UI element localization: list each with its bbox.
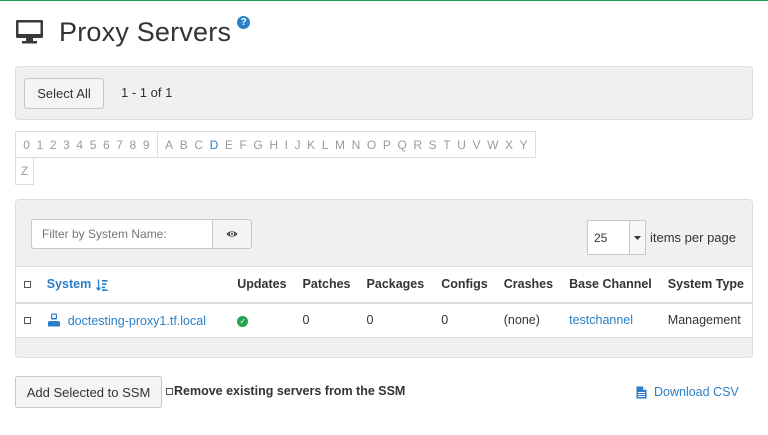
digit-group: 0123456789 <box>16 132 157 157</box>
selection-toolbar: Select All 1 - 1 of 1 <box>15 66 753 120</box>
page-header: Proxy Servers ? <box>16 14 251 50</box>
alpha-letter-c: C <box>194 137 203 152</box>
filter-group <box>31 219 252 249</box>
column-header-crashes: Crashes <box>495 266 562 304</box>
base-channel-link[interactable]: testchannel <box>569 313 633 327</box>
download-csv-link[interactable]: Download CSV <box>636 385 739 399</box>
top-accent-line <box>0 0 768 1</box>
letter-group: ABCDEFGHIJKLMNOPQRSTUVWXY <box>156 132 535 157</box>
alpha-letter-h: H <box>269 137 279 152</box>
alpha-letter-t: T <box>443 137 451 152</box>
alpha-letter-k: K <box>307 137 316 152</box>
select-all-rows-checkbox[interactable] <box>24 281 31 289</box>
csv-file-icon <box>636 386 647 398</box>
monitor-icon <box>16 20 43 44</box>
cell-crashes: (none) <box>495 302 562 338</box>
row-select-checkbox[interactable] <box>24 317 31 325</box>
alpha-letter-b: B <box>179 137 188 152</box>
alpha-letter-v: V <box>472 137 481 152</box>
alpha-letter-e: E <box>224 137 233 152</box>
alpha-letter-a: A <box>165 137 174 152</box>
alpha-digit-9: 9 <box>142 137 150 152</box>
select-all-button[interactable]: Select All <box>24 78 104 109</box>
alpha-letter-o: O <box>366 137 377 152</box>
systems-panel: 25 items per page System Updates Patches… <box>15 199 753 358</box>
page-title: Proxy Servers <box>59 16 232 47</box>
cell-configs: 0 <box>433 302 496 338</box>
alpha-digit-4: 4 <box>76 137 84 152</box>
alpha-letter-d[interactable]: D <box>210 138 219 152</box>
system-name-filter-input[interactable] <box>31 219 213 249</box>
alpha-letter-p: P <box>382 137 391 152</box>
alpha-digit-7: 7 <box>116 137 123 152</box>
result-range: 1 - 1 of 1 <box>121 85 173 100</box>
column-header-patches: Patches <box>294 266 359 304</box>
alpha-letter-x: X <box>504 137 513 152</box>
alpha-digit-8: 8 <box>129 137 137 152</box>
eye-icon <box>226 231 238 237</box>
systems-table: System Updates Patches Packages Configs … <box>16 266 752 338</box>
cell-packages: 0 <box>358 302 434 338</box>
add-selected-to-ssm-button[interactable]: Add Selected to SSM <box>15 376 162 408</box>
column-header-system[interactable]: System <box>46 266 230 304</box>
column-header-updates: Updates <box>229 266 295 304</box>
caret-down-icon <box>629 221 645 254</box>
alpha-letter-y: Y <box>519 137 528 152</box>
alpha-digit-3: 3 <box>63 137 70 152</box>
cell-system-type: Management <box>659 302 752 338</box>
cell-patches: 0 <box>294 302 359 338</box>
remove-existing-label: Remove existing servers from the SSM <box>174 384 406 398</box>
alpha-letter-l: L <box>321 137 329 152</box>
proxy-system-icon <box>47 313 60 327</box>
column-header-system-type: System Type <box>659 266 752 304</box>
alpha-letter-m: M <box>335 137 346 152</box>
items-per-page-select[interactable]: 25 <box>587 220 646 255</box>
alpha-letter-r: R <box>413 137 423 152</box>
alpha-overflow-cell: Z <box>15 158 34 185</box>
column-header-configs: Configs <box>433 266 496 304</box>
alpha-digit-1: 1 <box>36 137 44 152</box>
column-header-base-channel: Base Channel <box>561 266 660 304</box>
column-header-packages: Packages <box>358 266 434 304</box>
updates-ok-icon: ✓ <box>237 316 249 328</box>
download-csv-label: Download CSV <box>654 385 739 399</box>
alpha-digit-5: 5 <box>89 137 97 152</box>
alpha-letter-w: W <box>487 137 499 152</box>
alpha-digit-0: 0 <box>23 137 30 152</box>
items-per-page-label: items per page <box>650 230 736 245</box>
alpha-letter-i: I <box>284 137 288 152</box>
alpha-letter-s: S <box>428 137 437 152</box>
alpha-letter-q: Q <box>397 137 407 152</box>
help-icon[interactable]: ? <box>237 15 251 29</box>
items-per-page-group: 25 items per page <box>587 220 736 255</box>
alpha-digit-2: 2 <box>49 137 57 152</box>
items-per-page-value: 25 <box>594 230 608 245</box>
table-row: doctesting-proxy1.tf.local ✓ 0 0 0 (none… <box>16 302 752 338</box>
alpha-letter-f: F <box>239 137 247 152</box>
alpha-letter-n: N <box>351 137 361 152</box>
alpha-letter-u: U <box>457 137 466 152</box>
sort-ascending-icon <box>96 279 108 291</box>
system-name-link[interactable]: doctesting-proxy1.tf.local <box>68 314 206 328</box>
filter-apply-button[interactable] <box>213 219 252 249</box>
alpha-letter-g: G <box>253 137 263 152</box>
alpha-digit-6: 6 <box>102 137 110 152</box>
table-header-row: System Updates Patches Packages Configs … <box>16 266 752 304</box>
remove-existing-option[interactable]: Remove existing servers from the SSM <box>166 384 405 398</box>
alpha-letter-z: Z <box>20 164 29 178</box>
alpha-letter-j: J <box>294 137 301 152</box>
remove-existing-checkbox[interactable] <box>166 387 173 395</box>
